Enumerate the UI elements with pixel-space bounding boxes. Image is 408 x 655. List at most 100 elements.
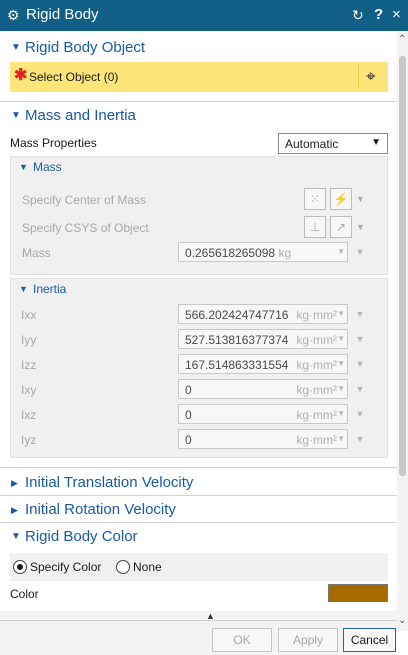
chevron-down-icon: ▼ (371, 137, 381, 148)
expanded-triangle-icon: ▼ (11, 110, 21, 121)
chevron-down-icon[interactable]: ▼ (337, 409, 345, 418)
ok-button[interactable]: OK (212, 628, 272, 652)
mass-field[interactable]: 0.265618265098 kg ▼ (178, 242, 348, 262)
csys-label: Specify CSYS of Object (22, 221, 149, 235)
group-label: Mass (33, 160, 62, 174)
izz-unit: kg·mm² (296, 358, 337, 372)
mass-properties-dropdown[interactable]: Automatic ▼ (278, 133, 388, 154)
ixz-value: 0 (185, 408, 192, 422)
chevron-down-icon[interactable]: ▼ (351, 429, 369, 449)
color-label: Color (10, 587, 39, 601)
dialog-content: ▼ Rigid Body Object ✱ Select Object (0) … (0, 31, 397, 611)
chevron-down-icon[interactable]: ▼ (351, 304, 369, 324)
csys-dialog-icon[interactable]: ⊥ (304, 216, 326, 238)
title-bar: ⚙ Rigid Body ↻ ? × (0, 0, 408, 31)
scrollbar-thumb[interactable] (399, 56, 406, 476)
mass-value: 0.265618265098 kg (185, 246, 292, 260)
vertical-scrollbar[interactable]: ⌃ ⌄ (397, 31, 408, 631)
section-label: Initial Rotation Velocity (25, 501, 176, 518)
ixx-label: Ixx (21, 308, 37, 322)
expanded-triangle-icon: ▼ (11, 42, 21, 53)
none-radio[interactable] (116, 560, 130, 574)
select-object-row[interactable]: ✱ Select Object (0) ⌖ (10, 62, 388, 92)
expanded-triangle-icon: ▼ (19, 284, 28, 294)
chevron-down-icon[interactable]: ▼ (337, 309, 345, 318)
izz-value: 167.514863331554 (185, 358, 289, 372)
ixz-field[interactable]: 0 kg·mm² ▼ (178, 404, 348, 424)
section-label: Initial Translation Velocity (25, 474, 194, 491)
chevron-down-icon[interactable]: ▼ (337, 384, 345, 393)
section-label: Rigid Body Object (25, 39, 146, 56)
divider (0, 495, 397, 496)
iyz-unit: kg·mm² (296, 433, 337, 447)
iyz-field[interactable]: 0 kg·mm² ▼ (178, 429, 348, 449)
chevron-down-icon[interactable]: ▼ (351, 379, 369, 399)
expanded-triangle-icon: ▼ (11, 531, 21, 542)
chevron-down-icon[interactable]: ▼ (337, 247, 345, 256)
ixx-value: 566.202424747716 (185, 308, 289, 322)
mass-group-header[interactable]: ▼ Mass (11, 157, 387, 179)
group-label: Inertia (33, 282, 67, 296)
mass-unit: kg (278, 246, 292, 260)
apply-button[interactable]: Apply (278, 628, 338, 652)
help-icon[interactable]: ? (374, 6, 383, 24)
inertia-group-header[interactable]: ▼ Inertia (11, 279, 387, 301)
mass-label: Mass (22, 246, 51, 260)
expanded-triangle-icon: ▼ (19, 162, 28, 172)
section-initial-rotation-velocity[interactable]: ▶ Initial Rotation Velocity (0, 497, 397, 523)
chevron-down-icon[interactable]: ▼ (351, 329, 369, 349)
chevron-down-icon[interactable]: ▼ (356, 222, 365, 232)
dropdown-value: Automatic (285, 137, 339, 151)
ixy-label: Ixy (21, 383, 37, 397)
chevron-down-icon[interactable]: ▼ (337, 434, 345, 443)
center-of-mass-label: Specify Center of Mass (22, 193, 147, 207)
color-swatch-button[interactable] (328, 584, 388, 602)
window-title: Rigid Body (26, 6, 99, 23)
dialog-footer: ▲ OK Apply Cancel (0, 611, 397, 655)
divider (0, 101, 397, 102)
izz-field[interactable]: 167.514863331554 kg·mm² ▼ (178, 354, 348, 374)
close-icon[interactable]: × (392, 6, 401, 24)
iyy-field[interactable]: 527.513816377374 kg·mm² ▼ (178, 329, 348, 349)
ixz-unit: kg·mm² (296, 408, 337, 422)
csys-axis-icon[interactable]: ↗ (330, 216, 352, 238)
chevron-down-icon[interactable]: ▼ (337, 334, 345, 343)
chevron-down-icon[interactable]: ▼ (351, 242, 369, 262)
chevron-down-icon[interactable]: ▼ (351, 354, 369, 374)
divider (0, 620, 397, 621)
ixz-label: Ixz (21, 408, 37, 422)
iyy-value: 527.513816377374 (185, 333, 289, 347)
reset-icon[interactable]: ↻ (352, 7, 364, 23)
select-object-label: Select Object (0) (29, 70, 119, 84)
collapsed-triangle-icon: ▶ (11, 478, 18, 488)
point-dialog-icon[interactable]: ⁙ (304, 188, 326, 210)
point-snap-icon[interactable]: ⚡ (330, 188, 352, 210)
mass-properties-label: Mass Properties (10, 136, 97, 150)
ixy-unit: kg·mm² (296, 383, 337, 397)
section-rigid-body-color[interactable]: ▼ Rigid Body Color (0, 524, 397, 550)
section-label: Mass and Inertia (25, 107, 136, 124)
scroll-up-icon[interactable]: ⌃ (398, 34, 406, 45)
section-initial-translation-velocity[interactable]: ▶ Initial Translation Velocity (0, 470, 397, 496)
gear-icon: ⚙ (7, 7, 20, 23)
ixx-field[interactable]: 566.202424747716 kg·mm² ▼ (178, 304, 348, 324)
section-mass-inertia[interactable]: ▼ Mass and Inertia (0, 103, 397, 129)
chevron-down-icon[interactable]: ▼ (337, 359, 345, 368)
ixy-field[interactable]: 0 kg·mm² ▼ (178, 379, 348, 399)
specify-color-radio[interactable] (13, 560, 27, 574)
scroll-down-icon[interactable]: ⌄ (398, 615, 406, 626)
section-rigid-body-object[interactable]: ▼ Rigid Body Object (0, 35, 397, 61)
cancel-button[interactable]: Cancel (343, 628, 396, 652)
none-label: None (133, 560, 162, 574)
iyz-value: 0 (185, 433, 192, 447)
divider (358, 65, 359, 89)
iyy-unit: kg·mm² (296, 333, 337, 347)
iyy-label: Iyy (21, 333, 37, 347)
chevron-down-icon[interactable]: ▼ (356, 194, 365, 204)
chevron-down-icon[interactable]: ▼ (351, 404, 369, 424)
iyz-label: Iyz (21, 433, 37, 447)
required-star-icon: ✱ (14, 67, 28, 84)
divider (0, 467, 397, 468)
ixy-value: 0 (185, 383, 192, 397)
crosshair-icon[interactable]: ⌖ (366, 68, 376, 85)
